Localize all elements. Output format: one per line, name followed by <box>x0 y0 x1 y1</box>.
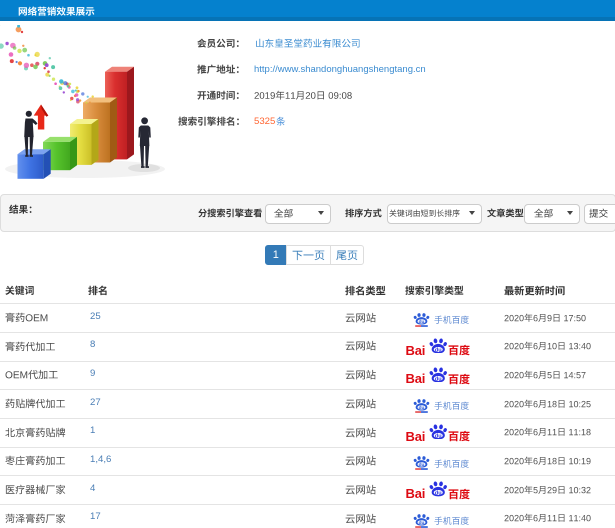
svg-text:du: du <box>418 462 424 468</box>
svg-text:du: du <box>418 319 424 325</box>
svg-text:du: du <box>435 491 442 497</box>
svg-text:du: du <box>435 433 442 439</box>
svg-text:du: du <box>418 520 424 526</box>
svg-text:du: du <box>418 405 424 411</box>
svg-text:du: du <box>435 376 442 382</box>
svg-text:du: du <box>435 347 442 353</box>
